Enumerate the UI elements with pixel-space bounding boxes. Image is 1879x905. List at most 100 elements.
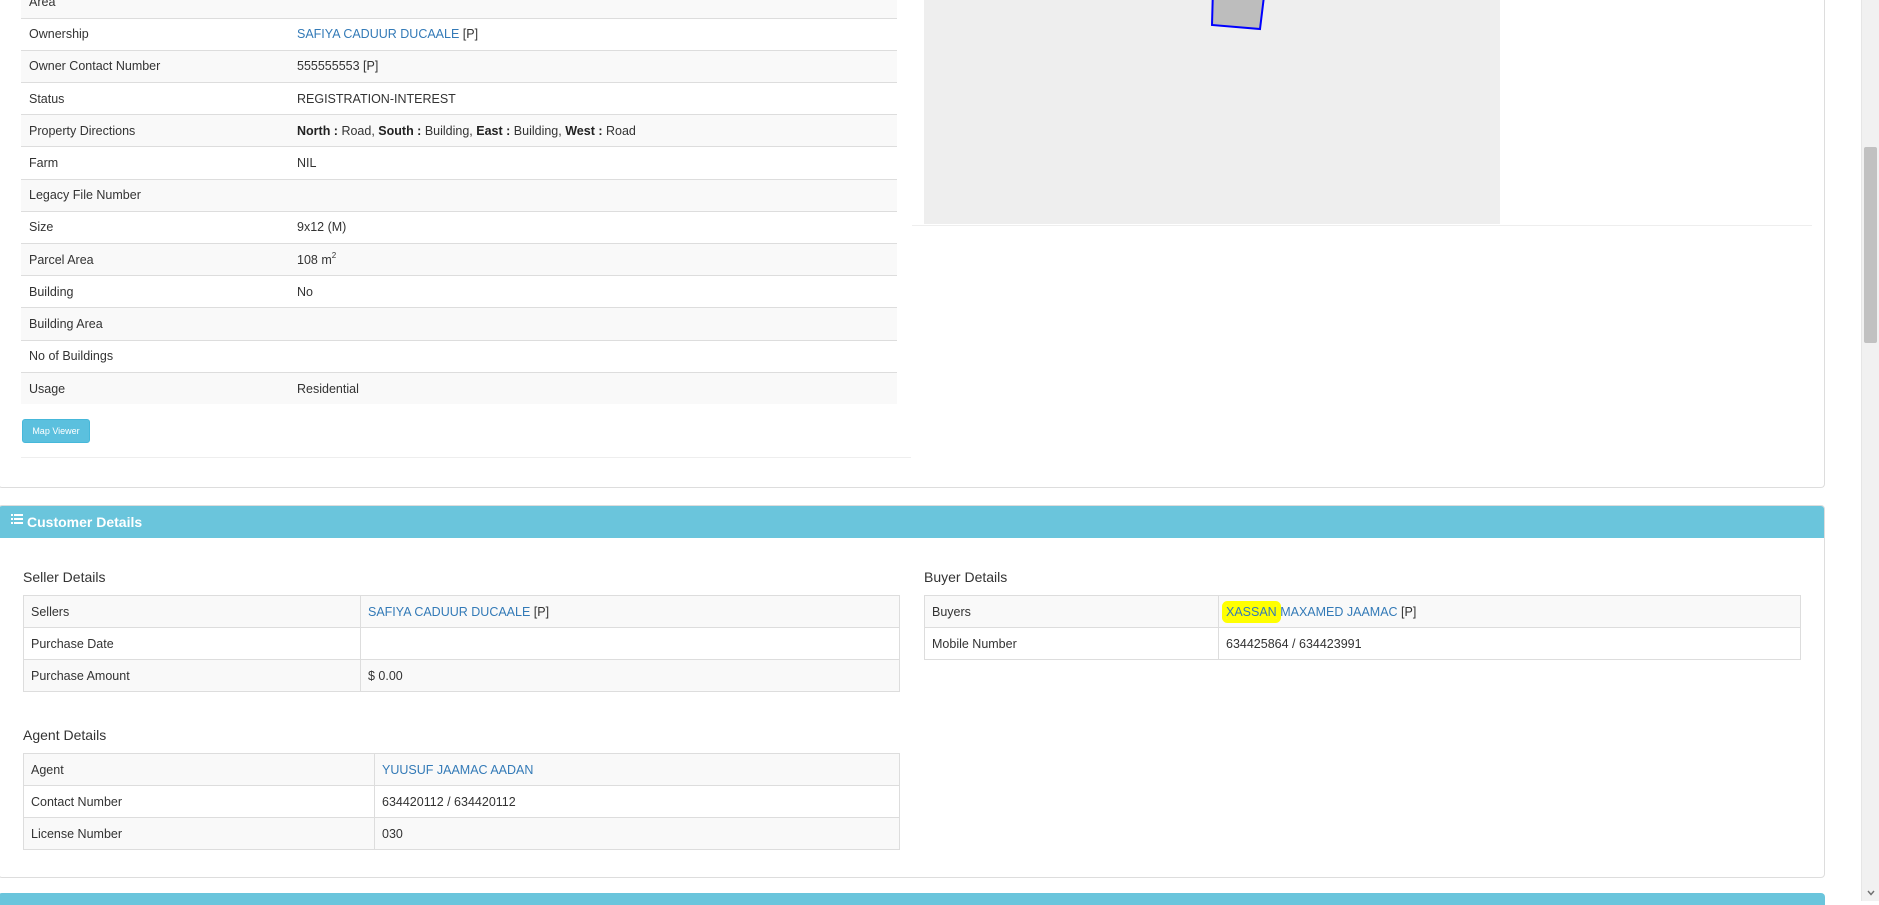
table-row: Building Area (21, 307, 897, 341)
divider (21, 457, 911, 458)
row-label: Sellers (23, 595, 361, 628)
sellers-value: SAFIYA CADUUR DUCAALE [P] (360, 595, 900, 628)
table-row: Parcel Area 108 m2 (21, 242, 897, 276)
table-row: No of Buildings (21, 339, 897, 373)
row-label: Parcel Area (21, 242, 289, 276)
row-label: Farm (21, 146, 289, 180)
row-label: Status (21, 82, 289, 115)
north-value: Road, (337, 123, 375, 138)
agent-link[interactable]: YUUSUF JAAMAC AADAN (382, 763, 533, 777)
row-label: Size (21, 210, 289, 244)
row-label: Purchase Amount (23, 659, 361, 692)
table-row: License Number 030 (23, 817, 900, 850)
agent-details-title: Agent Details (23, 727, 107, 743)
row-label: Property Directions (21, 114, 289, 147)
table-row: Mobile Number 634425864 / 634423991 (924, 627, 1801, 660)
row-value (289, 307, 897, 341)
row-value (289, 0, 897, 19)
row-label: Legacy File Number (21, 178, 289, 212)
table-row: Usage Residential (21, 371, 897, 405)
row-label: License Number (23, 817, 375, 850)
table-row: Agent YUUSUF JAAMAC AADAN (23, 753, 900, 786)
row-label: Mobile Number (924, 627, 1219, 660)
table-row: Purchase Date (23, 627, 900, 660)
next-panel-heading (0, 893, 1825, 905)
seller-link[interactable]: SAFIYA CADUUR DUCAALE (368, 605, 530, 619)
west-value: Road (602, 123, 636, 138)
divider (912, 225, 1812, 226)
west-label: West : (565, 123, 603, 138)
row-value: Residential (289, 371, 897, 405)
south-value: Building, (421, 123, 473, 138)
panel-title: Customer Details (27, 514, 143, 530)
agent-details-table: Agent YUUSUF JAAMAC AADAN Contact Number… (23, 753, 900, 850)
map-canvas (1210, 0, 1265, 31)
table-row: Owner Contact Number 555555553 [P] (21, 49, 897, 83)
buyer-link[interactable]: XASSAN MAXAMED JAAMAC (1226, 604, 1398, 619)
scrollbar-thumb[interactable] (1864, 147, 1877, 343)
east-label: East : (476, 123, 511, 138)
buyers-value: XASSAN MAXAMED JAAMAC [P] (1218, 595, 1801, 628)
customer-details-panel: Customer Details Seller Details Sellers … (0, 505, 1825, 878)
buyer-link-rest: MAXAMED JAAMAC (1276, 604, 1398, 619)
table-row: Contact Number 634420112 / 634420112 (23, 785, 900, 818)
row-value: No (289, 275, 897, 308)
seller-details-title: Seller Details (23, 569, 106, 585)
mobile-number-value: 634425864 / 634423991 (1218, 627, 1801, 660)
list-icon (11, 514, 23, 524)
table-row: Sellers SAFIYA CADUUR DUCAALE [P] (23, 595, 900, 628)
table-row: Status REGISTRATION-INTEREST (21, 82, 897, 115)
row-value (289, 339, 897, 373)
table-row: Area (21, 0, 897, 19)
row-label: Contact Number (23, 785, 375, 818)
ownership-value: SAFIYA CADUUR DUCAALE [P] (289, 17, 897, 51)
scroll-down-arrow[interactable] (1864, 887, 1877, 899)
parcel-area-number: 108 m (297, 252, 332, 267)
table-row: Ownership SAFIYA CADUUR DUCAALE [P] (21, 17, 897, 51)
row-label: Building (21, 275, 289, 308)
buyer-details-table: Buyers XASSAN MAXAMED JAAMAC [P] Mobile … (924, 595, 1801, 660)
property-details-panel: Area Ownership SAFIYA CADUUR DUCAALE [P]… (0, 0, 1825, 488)
owner-link[interactable]: SAFIYA CADUUR DUCAALE (297, 27, 459, 41)
customer-details-heading: Customer Details (0, 506, 1824, 538)
vertical-scrollbar[interactable] (1861, 0, 1879, 901)
row-label: Purchase Date (23, 627, 361, 660)
owner-suffix: [P] (459, 27, 479, 42)
table-row: Size 9x12 (M) (21, 210, 897, 244)
parcel-area-value: 108 m2 (289, 242, 897, 276)
parcel-polygon[interactable] (1210, 0, 1265, 31)
east-value: Building, (510, 123, 562, 138)
row-label: Usage (21, 371, 289, 405)
north-label: North : (297, 123, 338, 138)
status-value: REGISTRATION-INTEREST (289, 82, 897, 115)
row-label: Agent (23, 753, 375, 786)
map-view[interactable] (924, 0, 1500, 224)
purchase-date-value (360, 627, 900, 660)
table-row: Building No (21, 275, 897, 308)
license-number-value: 030 (374, 817, 900, 850)
row-value (289, 178, 897, 212)
row-value: NIL (289, 146, 897, 180)
table-row: Buyers XASSAN MAXAMED JAAMAC [P] (924, 595, 1801, 628)
property-directions-value: North : Road, South : Building, East : B… (289, 114, 897, 147)
row-label: Ownership (21, 17, 289, 51)
row-value: 9x12 (M) (289, 210, 897, 244)
chevron-down-icon (1866, 890, 1875, 896)
table-row: Property Directions North : Road, South … (21, 114, 897, 147)
buyer-suffix: [P] (1397, 604, 1417, 619)
row-label: Owner Contact Number (21, 49, 289, 83)
property-details-table: Area Ownership SAFIYA CADUUR DUCAALE [P]… (21, 0, 897, 405)
purchase-amount-value: $ 0.00 (360, 659, 900, 692)
south-label: South : (378, 123, 422, 138)
table-row: Legacy File Number (21, 178, 897, 212)
table-row: Purchase Amount $ 0.00 (23, 659, 900, 692)
unit-exponent: 2 (331, 250, 337, 260)
highlighted-text: XASSAN (1226, 604, 1277, 619)
row-label: No of Buildings (21, 339, 289, 373)
buyer-details-title: Buyer Details (924, 569, 1008, 585)
contact-number-value: 634420112 / 634420112 (374, 785, 900, 818)
row-label: Building Area (21, 307, 289, 341)
agent-value: YUUSUF JAAMAC AADAN (374, 753, 900, 786)
map-viewer-button[interactable]: Map Viewer (22, 419, 90, 443)
row-value: 555555553 [P] (289, 49, 897, 83)
